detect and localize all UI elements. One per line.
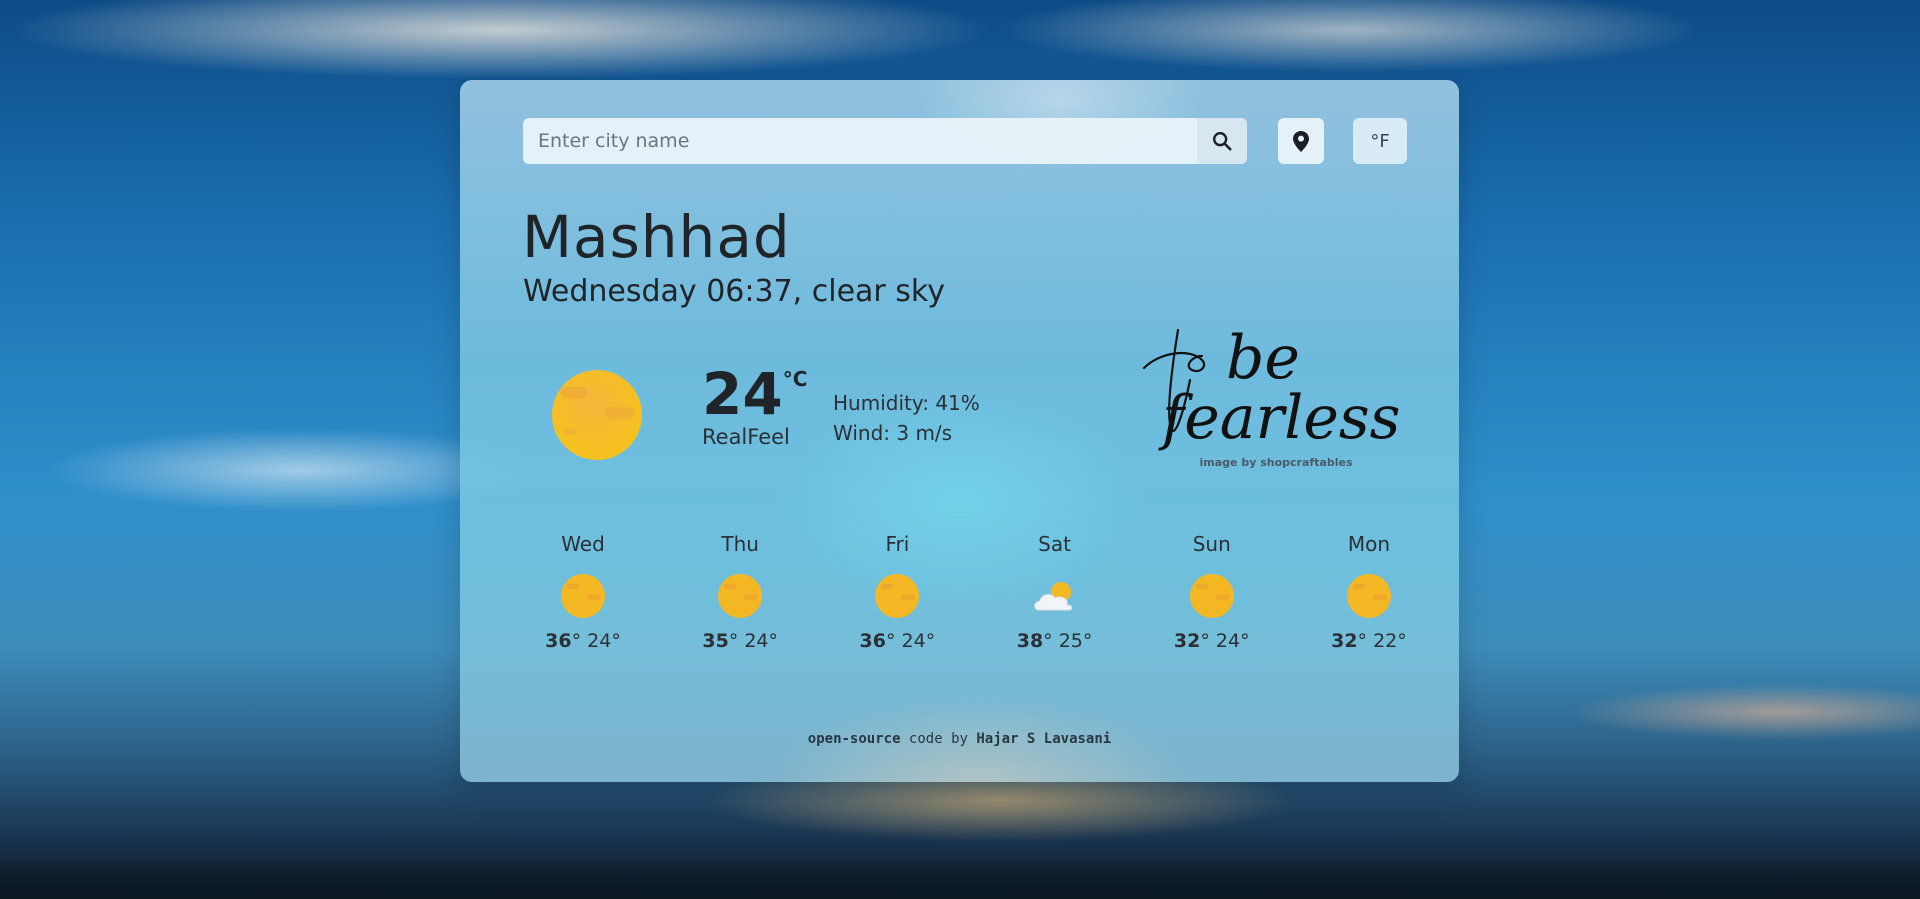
date-time-description: Wednesday 06:37, clear sky (523, 274, 945, 309)
cloud-sun-icon (1033, 582, 1072, 611)
forecast-min: 25° (1058, 630, 1093, 652)
current-location-button[interactable] (1278, 118, 1324, 164)
forecast-max: 36 (859, 630, 886, 652)
sun-icon (561, 574, 605, 618)
forecast-min: 24° (744, 630, 779, 652)
forecast-day: Wed 36° 24° (523, 532, 643, 652)
weather-card: °F Mashhad Wednesday 06:37, clear sky 24… (460, 80, 1459, 782)
current-temperature: 24 (702, 360, 783, 428)
forecast-day-name: Thu (721, 532, 759, 556)
forecast-day: Mon 32° 22° (1309, 532, 1429, 652)
forecast-temps: 32° 22° (1331, 630, 1407, 652)
sun-icon (552, 370, 642, 460)
forecast-day-name: Wed (561, 532, 605, 556)
forecast-day: Fri 36° 24° (837, 532, 957, 652)
forecast-day-name: Fri (885, 532, 910, 556)
forecast-day: Thu 35° 24° (680, 532, 800, 652)
humidity-text: Humidity: 41% (833, 391, 980, 415)
sun-icon (1346, 574, 1391, 618)
forecast-min: 24° (1215, 630, 1250, 652)
horizon-treeline (0, 859, 1920, 899)
footer-credit: open-source code by Hajar S Lavasani (460, 731, 1459, 747)
forecast-max: 36 (545, 630, 572, 652)
sun-icon (1189, 574, 1234, 618)
search-icon (1213, 132, 1232, 151)
search-box (523, 118, 1247, 164)
forecast-min: 24° (587, 630, 621, 652)
footer-author: Hajar S Lavasani (976, 731, 1112, 747)
image-credit: image by shopcraftables (1199, 456, 1353, 469)
forecast-max: 35 (702, 630, 729, 652)
forecast-temps: 36° 24° (545, 630, 621, 652)
city-search-input[interactable] (523, 118, 1197, 164)
forecast-max: 32 (1173, 630, 1201, 652)
forecast-temps: 32° 24° (1173, 630, 1250, 652)
forecast-day: Sun 32° 24° (1152, 532, 1272, 652)
unit-toggle-button[interactable]: °F (1353, 118, 1407, 164)
forecast-min: 24° (901, 630, 936, 652)
map-pin-icon (1293, 130, 1309, 152)
forecast-day-name: Mon (1347, 532, 1391, 556)
forecast-max: 38 (1016, 630, 1044, 652)
forecast-row: Wed 36° 24° Thu 35° 24° Fri 36° 24° Sat … (523, 532, 1429, 652)
wind-text: Wind: 3 m/s (833, 421, 953, 445)
quote-fearless-word: fearless (1158, 383, 1400, 453)
forecast-temps: 38° 25° (1016, 630, 1093, 652)
forecast-day-name: Sun (1192, 532, 1231, 556)
be-fearless-quote-image: be fearless (1142, 323, 1400, 453)
forecast-max: 32 (1331, 630, 1358, 652)
realfeel-label: RealFeel (702, 425, 790, 449)
footer-open-source-text: open-source (807, 731, 901, 747)
forecast-temps: 36° 24° (859, 630, 936, 652)
search-row: °F (523, 118, 1407, 164)
weather-details: Humidity: 41% Wind: 3 m/s (833, 388, 980, 448)
city-name: Mashhad (522, 203, 791, 271)
current-temperature-block: 24°C RealFeel (702, 365, 807, 449)
sun-icon (875, 574, 920, 618)
search-button[interactable] (1197, 118, 1247, 164)
sun-icon (718, 574, 763, 618)
footer-code-by-text: code by (900, 731, 977, 747)
forecast-temps: 35° 24° (702, 630, 779, 652)
forecast-day: Sat 38° 25° (995, 532, 1115, 652)
temperature-unit: °C (782, 367, 808, 391)
forecast-day-name: Sat (1038, 532, 1071, 556)
forecast-min: 22° (1373, 630, 1407, 652)
